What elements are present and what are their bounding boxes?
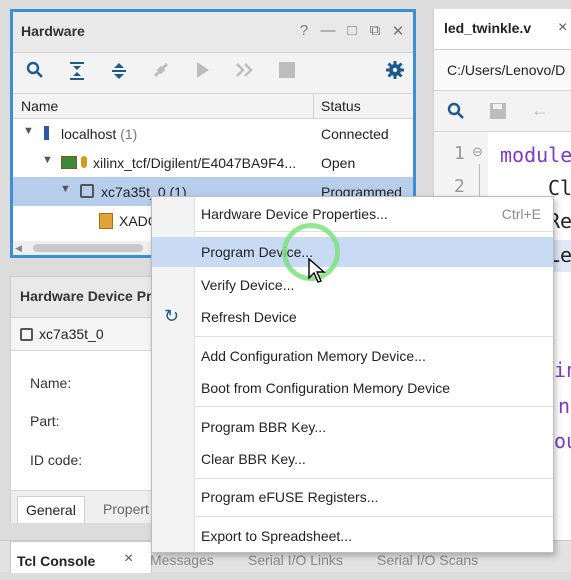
xadc-icon [99, 213, 113, 229]
tree-row-status: Open [321, 155, 356, 171]
scrollbar-thumb[interactable] [33, 244, 143, 252]
tree-row-localhost[interactable]: ▼ localhost (1) Connected [13, 119, 413, 148]
server-icon [44, 126, 49, 140]
file-path: C:/Users/Lenovo/D [447, 62, 566, 78]
column-divider[interactable] [313, 94, 314, 118]
stop-icon[interactable] [275, 61, 299, 85]
hardware-column-header: Name Status [13, 94, 413, 119]
jtag-icon [81, 156, 87, 168]
scroll-left-icon[interactable]: ◀ [15, 243, 22, 254]
property-label-id-code: ID code: [30, 452, 83, 468]
menu-item-clear-bbr-key[interactable]: Clear BBR Key... [152, 444, 553, 474]
menu-item-label: Boot from Configuration Memory Device [201, 380, 450, 396]
editor-toolbar: ← [434, 91, 571, 132]
menu-item-add-config-memory[interactable]: Add Configuration Memory Device... [152, 341, 553, 371]
undo-icon[interactable]: ← [531, 100, 549, 121]
tree-row-label: xilinx_tcf/Digilent/E4047BA9F4... [93, 155, 297, 171]
context-menu: Hardware Device Properties... Ctrl+E Pro… [151, 196, 554, 553]
menu-item-export-to-spreadsheet[interactable]: Export to Spreadsheet... [152, 521, 553, 551]
menu-item-label: Export to Spreadsheet... [201, 528, 352, 544]
properties-device-name: xc7a35t_0 [39, 326, 104, 342]
line-number: 1 [454, 143, 465, 164]
menu-item-label: Clear BBR Key... [201, 451, 306, 467]
fast-forward-icon[interactable] [233, 61, 257, 85]
menu-item-refresh-device[interactable]: ↻ Refresh Device [152, 302, 553, 332]
mouse-cursor-icon [308, 257, 326, 287]
tree-row-target[interactable]: ▼ xilinx_tcf/Digilent/E4047BA9F4... Open [13, 148, 413, 177]
chip-icon [20, 328, 33, 341]
tree-row-status: Connected [321, 126, 389, 142]
menu-item-program-device[interactable]: Program Device... [152, 237, 553, 267]
code-token: module [500, 143, 571, 167]
menu-item-label: Program BBR Key... [201, 419, 327, 435]
property-label-part: Part: [30, 413, 60, 429]
menu-separator [194, 336, 553, 337]
code-token: in [554, 358, 571, 382]
hardware-toolbar [13, 53, 413, 94]
run-icon[interactable] [191, 61, 215, 85]
column-status[interactable]: Status [321, 98, 361, 114]
chip-icon [80, 184, 94, 198]
collapse-all-icon[interactable] [65, 61, 89, 85]
tab-properties[interactable]: Propert [95, 496, 157, 522]
editor-tab-led-twinkle[interactable]: led_twinkle.v [444, 20, 531, 36]
help-icon[interactable]: ? [295, 22, 313, 39]
editor-tab-bar: led_twinkle.v × [434, 9, 571, 50]
save-icon[interactable] [489, 102, 507, 123]
menu-item-program-bbr-key[interactable]: Program BBR Key... [152, 412, 553, 442]
tree-row-label: localhost (1) [61, 126, 138, 142]
board-icon [61, 156, 77, 169]
auto-connect-icon[interactable] [149, 61, 173, 85]
settings-gear-icon[interactable] [383, 61, 407, 85]
property-label-name: Name: [30, 375, 72, 391]
menu-item-boot-from-config-memory[interactable]: Boot from Configuration Memory Device [152, 373, 553, 403]
hardware-panel-header: Hardware ? — □ ⧉ ✕ [13, 12, 413, 53]
line-number: 2 [454, 176, 465, 197]
minimize-icon[interactable]: — [319, 22, 337, 39]
fold-icon[interactable]: ⊖ [472, 144, 483, 160]
menu-item-label: Program eFUSE Registers... [201, 489, 379, 505]
menu-item-label: Verify Device... [201, 277, 295, 293]
menu-item-label: Add Configuration Memory Device... [201, 348, 426, 364]
column-name[interactable]: Name [21, 98, 58, 114]
menu-separator [194, 406, 553, 407]
close-tab-icon[interactable]: × [124, 550, 133, 568]
float-icon[interactable]: ⧉ [366, 22, 384, 39]
search-icon[interactable] [447, 102, 465, 123]
menu-item-verify-device[interactable]: Verify Device... [152, 270, 553, 300]
expand-all-icon[interactable] [107, 61, 131, 85]
search-icon[interactable] [23, 61, 47, 85]
menu-item-label: Hardware Device Properties... [201, 206, 388, 222]
menu-separator [194, 478, 553, 479]
maximize-icon[interactable]: □ [343, 22, 361, 39]
menu-separator [194, 516, 553, 517]
menu-item-shortcut: Ctrl+E [501, 206, 541, 222]
code-token: ou [554, 429, 571, 453]
tab-general[interactable]: General [17, 496, 85, 523]
menu-item-program-efuse-registers[interactable]: Program eFUSE Registers... [152, 482, 553, 512]
menu-item-label: Refresh Device [201, 309, 297, 325]
close-icon[interactable]: ✕ [389, 22, 407, 40]
editor-path-bar: C:/Users/Lenovo/D [434, 50, 571, 91]
properties-panel-title: Hardware Device Pr [20, 288, 152, 304]
hardware-panel-title: Hardware [21, 23, 85, 39]
chevron-down-icon[interactable]: ▼ [23, 125, 34, 137]
code-token: n [558, 394, 571, 418]
close-tab-icon[interactable]: × [558, 19, 567, 37]
chevron-down-icon[interactable]: ▼ [60, 183, 71, 195]
menu-separator [194, 231, 553, 232]
refresh-icon: ↻ [164, 306, 180, 326]
chevron-down-icon[interactable]: ▼ [42, 154, 53, 166]
menu-item-hardware-device-properties[interactable]: Hardware Device Properties... Ctrl+E [152, 199, 553, 229]
